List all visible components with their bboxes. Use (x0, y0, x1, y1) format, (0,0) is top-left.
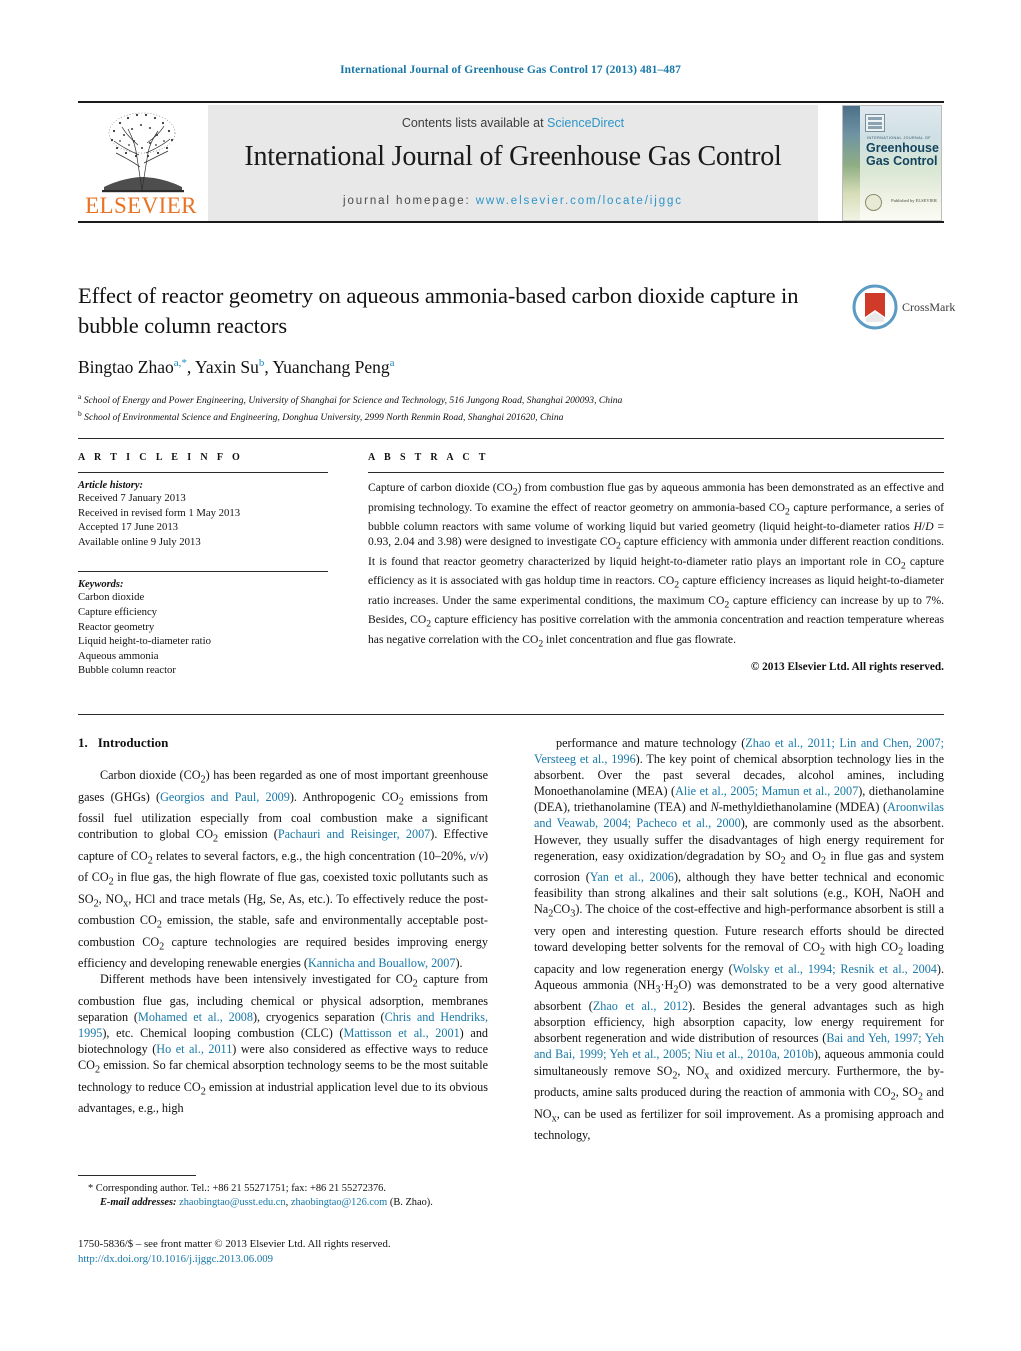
list-item: Bubble column reactor (78, 664, 176, 677)
elsevier-wordmark: ELSEVIER (85, 193, 197, 218)
abstract-text: Capture of carbon dioxide (CO2) from com… (368, 481, 945, 650)
paragraph: Different methods have been intensively … (78, 972, 489, 1116)
email-link-2[interactable]: zhaobingtao@126.com (291, 1197, 387, 1208)
corresponding-author-text: * Corresponding author. Tel.: +86 21 552… (88, 1183, 386, 1194)
sciencedirect-link[interactable]: ScienceDirect (547, 116, 624, 130)
keywords-list: Carbon dioxide Capture efficiency Reactor … (78, 590, 328, 678)
section-number: 1. (78, 735, 88, 750)
abstract-column: A B S T R A C T Capture of carbon dioxid… (368, 452, 944, 673)
abstract-heading: A B S T R A C T (368, 452, 489, 463)
list-item: Capture efficiency (78, 605, 158, 618)
article-history-label: Article history: (78, 480, 144, 491)
cover-seal-icon (865, 194, 882, 211)
contents-available-line: Contents lists available at ScienceDirec… (208, 116, 818, 130)
front-matter-line: 1750-5836/$ – see front matter © 2013 El… (78, 1238, 391, 1250)
list-item: Aqueous ammonia (78, 649, 159, 662)
section-title-text: Introduction (97, 735, 169, 750)
footnote-divider (78, 1175, 196, 1176)
corresponding-author-footnote: * Corresponding author. Tel.: +86 21 552… (78, 1175, 488, 1210)
paragraph: performance and mature technology (Zhao … (534, 736, 945, 1143)
divider-above-abstract (78, 438, 944, 439)
contents-prefix: Contents lists available at (401, 116, 548, 130)
doi-link[interactable]: http://dx.doi.org/10.1016/j.ijggc.2013.0… (78, 1252, 578, 1267)
affiliation-a-text: School of Energy and Power Engineering, … (83, 395, 623, 407)
journal-article-page: International Journal of Greenhouse Gas … (0, 0, 1021, 1351)
list-item: Available online 9 July 2013 (78, 535, 201, 548)
journal-cover-thumbnail: INTERNATIONAL JOURNAL OF Greenhouse Gas C… (842, 105, 942, 221)
divider-below-abstract (78, 714, 944, 715)
masthead-center-panel: Contents lists available at ScienceDirec… (208, 105, 818, 221)
left-column-paragraphs: Carbon dioxide (CO2) has been regarded a… (78, 767, 488, 1117)
journal-title: International Journal of Greenhouse Gas … (244, 141, 782, 172)
section-heading-introduction: 1. Introduction (78, 735, 488, 751)
body-left-column: 1. Introduction Carbon dioxide (CO2) has … (78, 735, 488, 1117)
email-label: E-mail addresses: (100, 1197, 177, 1208)
list-item: Received in revised form 1 May 2013 (78, 506, 241, 519)
crossmark-label: CrossMark (902, 300, 956, 314)
cover-gradient-bar (843, 106, 860, 220)
keywords-label: Keywords: (78, 579, 124, 591)
affiliation-b-text: School of Environmental Science and Engi… (84, 412, 564, 424)
email-suffix: (B. Zhao). (389, 1197, 433, 1208)
affiliation-a: a School of Energy and Power Engineering… (78, 392, 623, 407)
list-item: Received 7 January 2013 (78, 492, 186, 504)
homepage-url-link[interactable]: www.elsevier.com/locate/ijggc (476, 195, 683, 207)
paragraph: Carbon dioxide (CO2) has been regarded a… (78, 768, 488, 971)
article-history-list: Received 7 January 2013 Received in revis… (78, 491, 328, 549)
list-item: Liquid height-to-diameter ratio (78, 635, 211, 648)
right-column-paragraphs: performance and mature technology (Zhao … (534, 735, 944, 1143)
abstract-rule (368, 472, 944, 473)
body-two-column-region: 1. Introduction Carbon dioxide (CO2) has … (78, 735, 944, 1190)
email-line: E-mail addresses: zhaobingtao@usst.edu.c… (78, 1196, 488, 1210)
corresponding-author-line: * Corresponding author. Tel.: +86 21 552… (78, 1182, 488, 1196)
journal-masthead: ELSEVIER Contents lists available at Sci… (78, 101, 944, 223)
article-info-rule (78, 472, 328, 473)
cover-publisher-note: Published by ELSEVIER (891, 198, 937, 203)
cover-title-line2: Gas Control (866, 153, 938, 168)
homepage-prefix: journal homepage: (343, 195, 471, 207)
crossmark-badge-group[interactable]: CrossMark (852, 284, 955, 334)
keywords-block: Keywords: Carbon dioxide Capture efficien… (78, 571, 328, 678)
list-item: Accepted 17 June 2013 (78, 521, 179, 534)
affiliation-list: a School of Energy and Power Engineering… (78, 390, 944, 424)
article-info-heading: A R T I C L E I N F O (78, 452, 244, 463)
cover-title: Greenhouse Gas Control (866, 142, 941, 168)
list-item: Reactor geometry (78, 620, 155, 633)
elsevier-tree-icon (102, 112, 184, 193)
keywords-rule (78, 571, 328, 573)
cover-supertitle: INTERNATIONAL JOURNAL OF (867, 136, 931, 140)
body-right-column: performance and mature technology (Zhao … (534, 735, 944, 1143)
list-item: Carbon dioxide (78, 591, 145, 604)
crossmark-icon[interactable] (852, 284, 898, 330)
running-head: International Journal of Greenhouse Gas … (340, 64, 681, 76)
elsevier-logo: ELSEVIER (80, 107, 202, 221)
page-title: Effect of reactor geometry on aqueous am… (78, 283, 799, 338)
journal-homepage-line: journal homepage: www.elsevier.com/locat… (208, 195, 818, 207)
front-matter-block: 1750-5836/$ – see front matter © 2013 El… (78, 1237, 578, 1267)
article-title-block: Effect of reactor geometry on aqueous am… (78, 281, 955, 424)
author-list: Bingtao Zhaoa,*, Yaxin Sub, Yuanchang Pe… (78, 357, 395, 377)
email-link-1[interactable]: zhaobingtao@usst.edu.cn (179, 1197, 286, 1208)
cover-badge-icon (865, 114, 885, 132)
affiliation-b: b School of Environmental Science and En… (78, 409, 564, 424)
abstract-copyright: © 2013 Elsevier Ltd. All rights reserved… (750, 661, 944, 674)
article-info-column: A R T I C L E I N F O Article history: R… (78, 452, 328, 678)
